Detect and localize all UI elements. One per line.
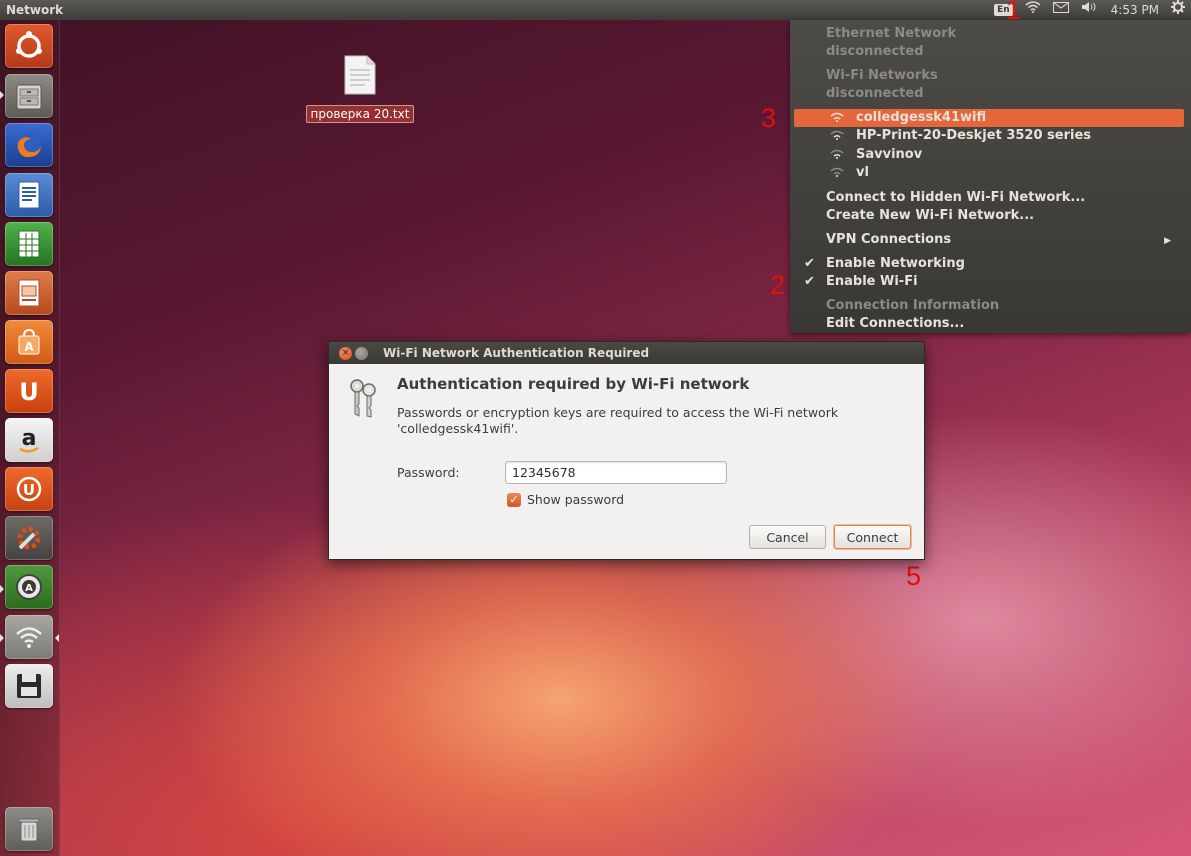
firefox-icon	[17, 133, 41, 158]
indicator-area: En 4:53 PM	[994, 0, 1191, 21]
trash-icon	[18, 818, 40, 842]
menu-ethernet-header: Ethernet Network	[826, 26, 957, 41]
annotation-number: 5	[906, 561, 922, 591]
floppy-disk-icon	[17, 674, 41, 698]
dialog-heading: Authentication required by Wi-Fi network	[397, 375, 750, 393]
menu-network-item[interactable]: Savvinov	[830, 147, 922, 162]
wifi-auth-dialog: × Wi-Fi Network Authentication Required …	[328, 341, 925, 560]
launcher-calc-button[interactable]	[5, 222, 53, 266]
svg-text:a: a	[22, 426, 37, 451]
ubuntu-logo-icon	[16, 31, 42, 58]
cancel-button[interactable]: Cancel	[749, 525, 826, 549]
connect-button[interactable]: Connect	[834, 525, 911, 549]
wifi-signal-icon	[830, 130, 844, 140]
menu-enable-wifi[interactable]: Enable Wi-Fi	[826, 274, 918, 289]
menu-network-item[interactable]: HP-Print-20-Deskjet 3520 series	[830, 128, 1091, 143]
show-password-label: Show password	[527, 492, 625, 507]
launcher-trash-button[interactable]	[5, 807, 53, 851]
launcher-files-button[interactable]	[5, 74, 53, 118]
annotation-number: 1	[1006, 0, 1022, 25]
menu-network-label: HP-Print-20-Deskjet 3520 series	[856, 128, 1092, 143]
mail-icon[interactable]	[1052, 0, 1069, 20]
menu-connection-info: Connection Information	[826, 298, 1000, 313]
dialog-titlebar: × Wi-Fi Network Authentication Required	[329, 342, 924, 364]
menu-wifi-status: disconnected	[826, 86, 924, 101]
password-input[interactable]	[505, 461, 727, 484]
menu-network-label: vl	[856, 165, 869, 180]
submenu-arrow-icon: ▶	[1164, 236, 1171, 246]
checkbox-checked-icon[interactable]: ✓	[507, 492, 521, 507]
launcher-dash-button[interactable]	[5, 24, 53, 68]
annotation-number: 3	[761, 103, 777, 133]
panel-app-title: Network	[6, 3, 64, 17]
desktop-file-label: проверка 20.txt	[305, 105, 415, 123]
launcher-amazon-button[interactable]: a	[5, 418, 53, 462]
annotation-number: 2	[770, 270, 786, 300]
launcher-music-button[interactable]: U	[5, 467, 53, 511]
launcher: A U a U A	[0, 20, 60, 856]
keys-icon	[350, 379, 376, 418]
ubuntu-one-icon: U	[19, 378, 39, 406]
menu-ethernet-status: disconnected	[826, 44, 924, 59]
checkmark-icon: ✔	[804, 274, 815, 289]
wifi-signal-icon	[830, 149, 844, 159]
minimize-icon[interactable]	[355, 346, 368, 360]
wifi-signal-icon	[830, 167, 844, 177]
menu-network-label: colledgessk41wifi	[856, 110, 987, 125]
wifi-signal-icon	[830, 112, 844, 122]
launcher-system-settings-button[interactable]	[5, 516, 53, 560]
menu-vpn-connections[interactable]: VPN Connections	[826, 232, 1156, 247]
launcher-writer-button[interactable]	[5, 173, 53, 217]
settings-wrench-icon	[17, 526, 41, 550]
desktop-file[interactable]: проверка 20.txt	[305, 55, 415, 123]
launcher-software-center-button[interactable]: A	[5, 320, 53, 364]
show-password-checkbox[interactable]: ✓ Show password	[507, 492, 624, 507]
svg-text:U: U	[23, 481, 35, 499]
svg-text:A: A	[25, 583, 33, 594]
launcher-firefox-button[interactable]	[5, 123, 53, 167]
network-menu: Ethernet Network disconnected Wi-Fi Netw…	[790, 20, 1191, 333]
menu-network-item[interactable]: vl	[830, 165, 869, 180]
shopping-bag-icon: A	[18, 328, 40, 355]
menu-vpn-label: VPN Connections	[826, 232, 952, 247]
close-icon[interactable]: ×	[339, 346, 352, 360]
gear-icon[interactable]	[1171, 0, 1185, 21]
menu-create-new[interactable]: Create New Wi-Fi Network...	[826, 208, 1034, 223]
menu-wifi-header: Wi-Fi Networks	[826, 68, 938, 83]
launcher-ubuntu-one-button[interactable]: U	[5, 369, 53, 413]
menu-edit-connections[interactable]: Edit Connections...	[826, 316, 964, 331]
checkmark-icon: ✔	[804, 256, 815, 271]
presentation-icon	[18, 279, 40, 307]
svg-text:A: A	[24, 340, 34, 354]
password-label: Password:	[397, 465, 460, 480]
launcher-save-button[interactable]	[5, 664, 53, 708]
dialog-message: Passwords or encryption keys are require…	[397, 405, 839, 436]
menu-connect-hidden[interactable]: Connect to Hidden Wi-Fi Network...	[826, 190, 1085, 205]
menu-network-item[interactable]: colledgessk41wifi	[830, 110, 986, 125]
wifi-icon	[16, 627, 42, 648]
launcher-network-button[interactable]	[5, 615, 53, 659]
software-updater-icon: A	[16, 574, 42, 600]
clock[interactable]: 4:53 PM	[1111, 3, 1159, 17]
launcher-impress-button[interactable]	[5, 271, 53, 315]
text-file-icon	[344, 55, 376, 95]
dialog-title: Wi-Fi Network Authentication Required	[383, 346, 650, 360]
amazon-icon: a	[19, 426, 39, 453]
spreadsheet-icon	[18, 230, 40, 258]
file-cabinet-icon	[16, 84, 42, 110]
volume-icon[interactable]	[1081, 0, 1099, 20]
menu-network-label: Savvinov	[856, 147, 923, 162]
document-writer-icon	[18, 181, 40, 209]
music-store-icon: U	[16, 476, 42, 502]
svg-text:U: U	[19, 378, 39, 406]
launcher-updater-button[interactable]: A	[5, 565, 53, 609]
wifi-icon[interactable]	[1025, 0, 1041, 20]
menu-enable-networking[interactable]: Enable Networking	[826, 256, 965, 271]
